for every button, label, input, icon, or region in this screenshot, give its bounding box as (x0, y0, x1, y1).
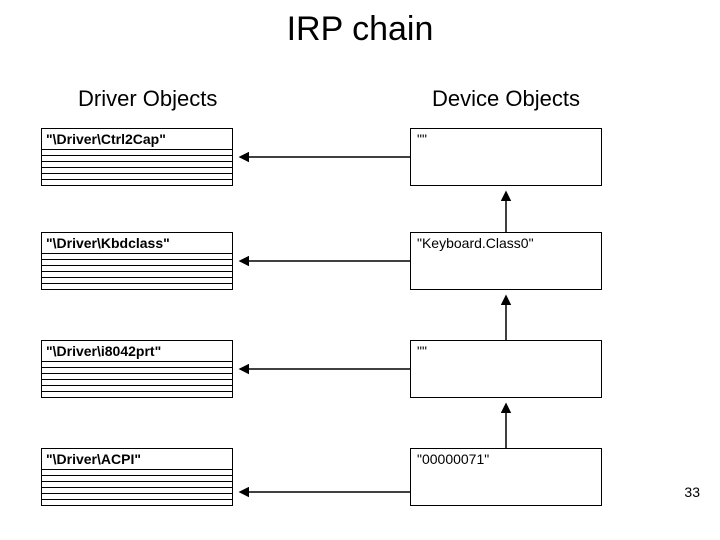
driver-slots-icon (42, 149, 232, 185)
driver-slots-icon (42, 361, 232, 397)
device-label: "00000071" (417, 451, 489, 467)
device-label: "" (417, 131, 427, 147)
driver-box-acpi: "\Driver\ACPI" (41, 448, 233, 506)
driver-objects-header: Driver Objects (78, 86, 217, 112)
device-box-1: "Keyboard.Class0" (410, 232, 602, 290)
device-label: "" (417, 343, 427, 359)
driver-label: "\Driver\ACPI" (46, 451, 141, 467)
driver-slots-icon (42, 469, 232, 505)
page-title: IRP chain (0, 10, 720, 49)
device-objects-header: Device Objects (432, 86, 580, 112)
driver-box-ctrl2cap: "\Driver\Ctrl2Cap" (41, 128, 233, 186)
device-box-2: "" (410, 340, 602, 398)
device-label: "Keyboard.Class0" (417, 235, 534, 251)
driver-label: "\Driver\Kbdclass" (46, 235, 170, 251)
driver-box-kbdclass: "\Driver\Kbdclass" (41, 232, 233, 290)
driver-slots-icon (42, 253, 232, 289)
driver-box-i8042prt: "\Driver\i8042prt" (41, 340, 233, 398)
device-box-3: "00000071" (410, 448, 602, 506)
driver-label: "\Driver\i8042prt" (46, 343, 161, 359)
device-box-0: "" (410, 128, 602, 186)
driver-label: "\Driver\Ctrl2Cap" (46, 131, 166, 147)
page-number: 33 (684, 484, 700, 500)
